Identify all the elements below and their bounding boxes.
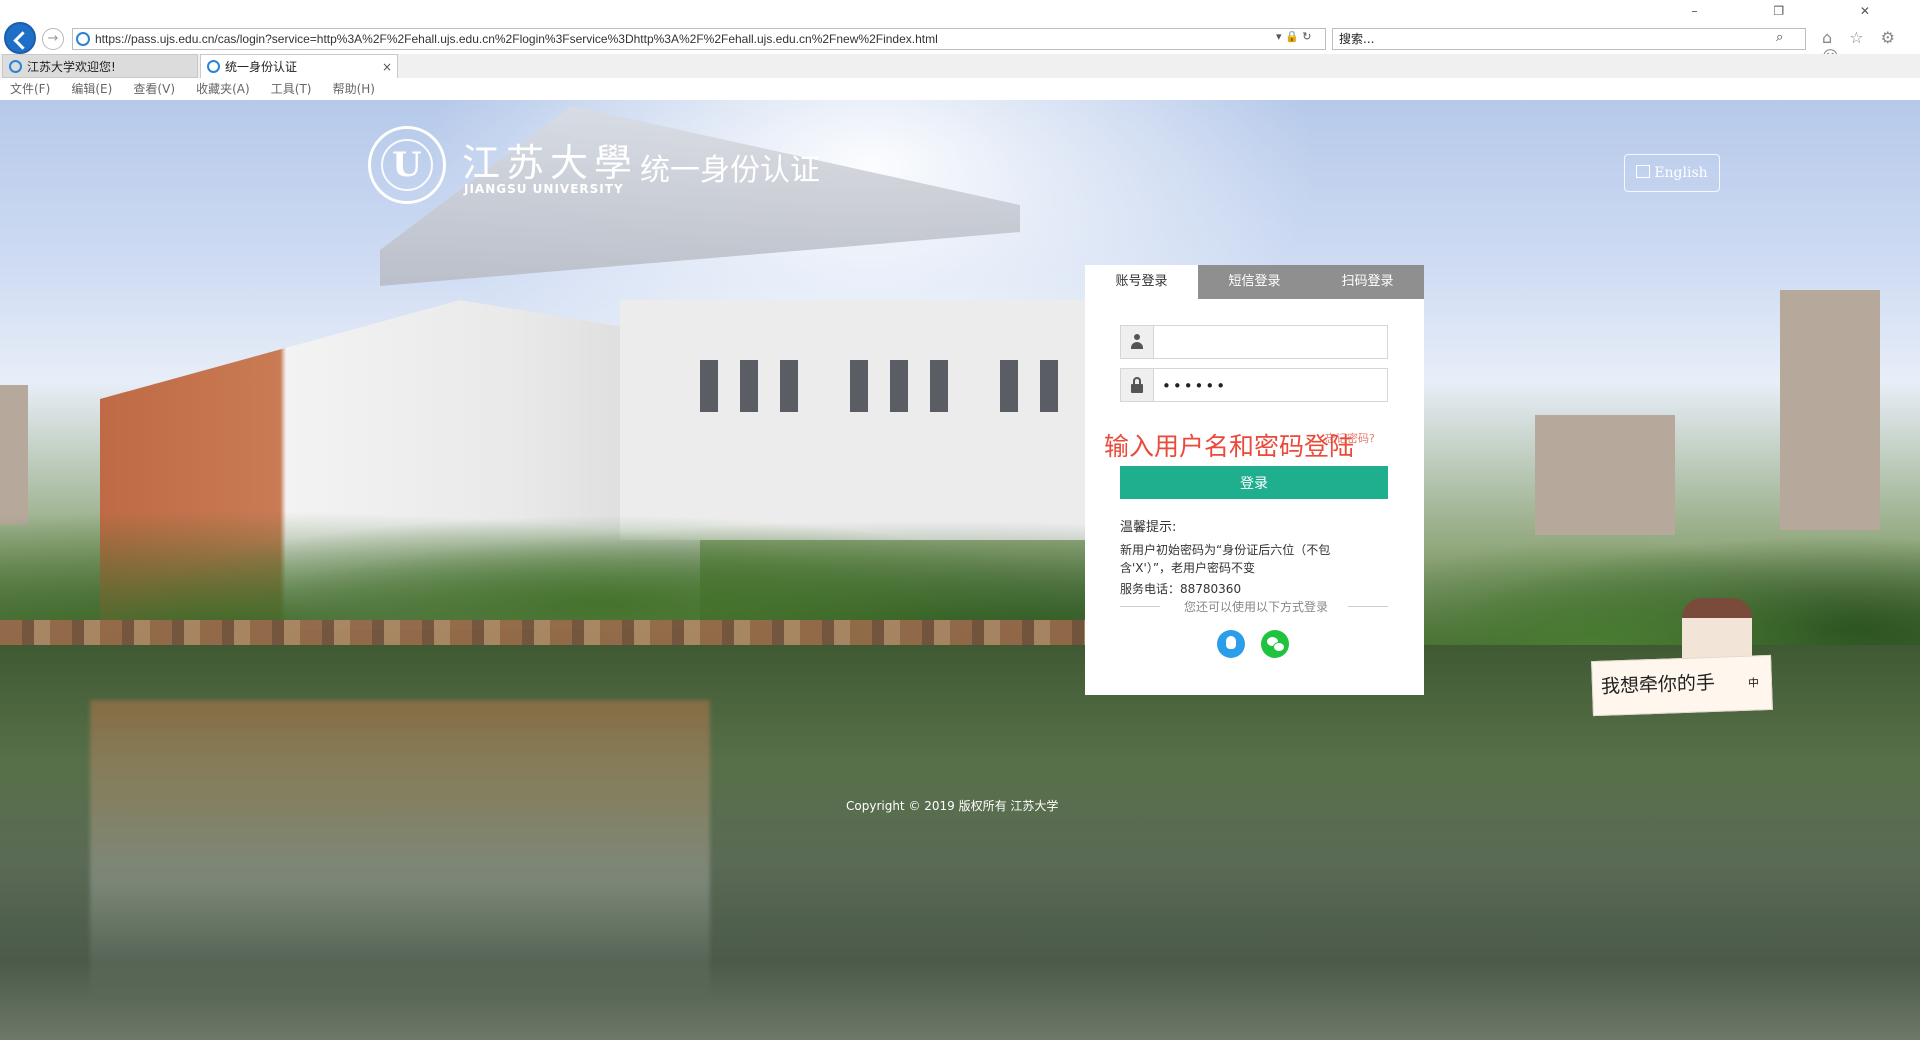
close-tab-icon[interactable]: × [382, 55, 392, 79]
building-window [1040, 360, 1058, 412]
ie-tab-icon [207, 60, 220, 73]
background-tower [1780, 290, 1880, 530]
tab-ujs-welcome[interactable]: 江苏大学欢迎您! [2, 54, 198, 78]
mascot-badge: 中 [1747, 676, 1760, 690]
background-reflection [90, 700, 710, 1000]
username-input[interactable] [1154, 326, 1394, 360]
login-panel: 账号登录 短信登录 扫码登录 忘记密码? 输入用户名和密码登陆 登录 温馨提示:… [1085, 265, 1424, 695]
qq-login-icon[interactable] [1217, 630, 1245, 658]
alt-login-divider: 您还可以使用以下方式登录 [1120, 598, 1388, 614]
search-icon[interactable]: ⌕ [1776, 30, 1783, 45]
service-phone: 服务电话：88780360 [1120, 582, 1242, 596]
login-tabs: 账号登录 短信登录 扫码登录 [1085, 265, 1424, 299]
annotation-text: 输入用户名和密码登陆 [1104, 432, 1355, 461]
menu-favorites[interactable]: 收藏夹(A) [196, 78, 250, 100]
browser-chrome: – ❐ ✕ → https://pass.ujs.edu.cn/cas/logi… [0, 0, 1920, 130]
mascot-widget[interactable]: 我想牵你的手 中 [1591, 598, 1777, 718]
background-tower [1535, 415, 1675, 535]
forward-button[interactable]: → [42, 28, 64, 50]
building-window [740, 360, 758, 412]
building-window [700, 360, 718, 412]
menu-edit[interactable]: 编辑(E) [71, 78, 112, 100]
building-window [780, 360, 798, 412]
logo-letter: U [392, 145, 422, 185]
tab-qr-login[interactable]: 扫码登录 [1311, 265, 1424, 299]
menu-file[interactable]: 文件(F) [10, 78, 50, 100]
wechat-login-icon[interactable] [1261, 630, 1289, 658]
login-button[interactable]: 登录 [1120, 466, 1388, 499]
building-window [930, 360, 948, 412]
school-name-cn: 江苏大學 [462, 141, 639, 185]
tab-label: 江苏大学欢迎您! [27, 60, 116, 74]
divider-line [1348, 606, 1388, 607]
menu-view[interactable]: 查看(V) [133, 78, 175, 100]
title-bar: – ❐ ✕ → https://pass.ujs.edu.cn/cas/logi… [0, 0, 1920, 66]
tips-title: 温馨提示: [1120, 520, 1177, 535]
divider-line [1120, 606, 1160, 607]
username-field[interactable] [1120, 325, 1394, 360]
building-window [890, 360, 908, 412]
address-actions[interactable]: ▾ 🔒 ↻ [1276, 30, 1311, 43]
language-icon [1636, 165, 1651, 178]
password-input[interactable] [1154, 369, 1394, 403]
building-window [850, 360, 868, 412]
back-button[interactable] [4, 22, 36, 54]
copyright: Copyright © 2019 版权所有 江苏大学 [846, 799, 1059, 813]
search-box[interactable]: 搜索... [1332, 28, 1806, 50]
lock-icon [1121, 369, 1154, 401]
mascot-text: 我想牵你的手 [1600, 671, 1716, 698]
window-controls[interactable]: – ❐ ✕ [1692, 4, 1906, 18]
login-page-background [0, 100, 1920, 1040]
university-logo: U [368, 126, 446, 204]
school-name-en: JIANGSU UNIVERSITY [464, 182, 624, 196]
user-icon [1121, 326, 1154, 358]
tab-account-login[interactable]: 账号登录 [1085, 265, 1198, 299]
alt-login-text: 您还可以使用以下方式登录 [1183, 600, 1328, 614]
tips-body: 新用户初始密码为“身份证后六位（不包含'X'）”，老用户密码不变 [1120, 543, 1331, 575]
address-url: https://pass.ujs.edu.cn/cas/login?servic… [95, 32, 938, 46]
system-title: 统一身份认证 [640, 153, 820, 188]
menu-bar: 文件(F) 编辑(E) 查看(V) 收藏夹(A) 工具(T) 帮助(H) [0, 78, 1920, 101]
tab-label: 统一身份认证 [225, 60, 298, 74]
password-field[interactable] [1120, 368, 1394, 403]
tab-sms-login[interactable]: 短信登录 [1198, 265, 1311, 299]
building-window [1000, 360, 1018, 412]
language-button[interactable]: English [1624, 154, 1720, 192]
tab-strip: 江苏大学欢迎您! 统一身份认证 × [0, 54, 1920, 130]
menu-help[interactable]: 帮助(H) [333, 78, 375, 100]
mascot-card: 我想牵你的手 中 [1591, 654, 1773, 717]
ie-tab-icon [9, 60, 22, 73]
ie-page-icon [76, 32, 90, 46]
language-label: English [1654, 165, 1708, 181]
tab-unified-auth[interactable]: 统一身份认证 × [200, 54, 398, 78]
menu-tools[interactable]: 工具(T) [271, 78, 312, 100]
address-bar[interactable]: https://pass.ujs.edu.cn/cas/login?servic… [72, 28, 1326, 50]
